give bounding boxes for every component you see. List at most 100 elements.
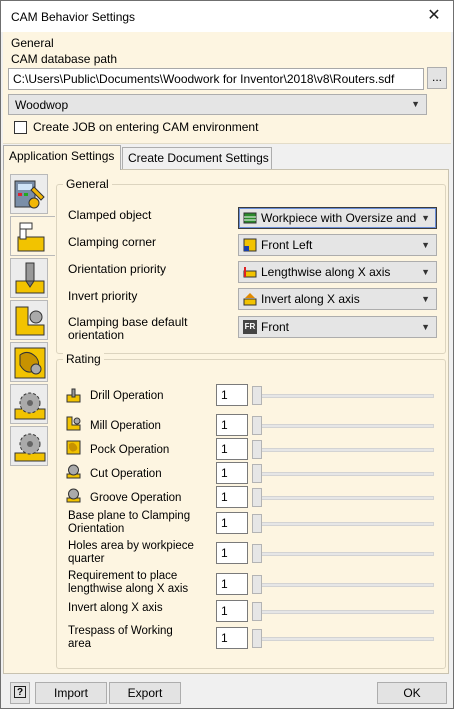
holes-area-slider-track[interactable]: [252, 552, 434, 556]
mill-operation-slider-track[interactable]: [252, 424, 434, 428]
invert-priority-dropdown[interactable]: Invert along X axis ▼: [238, 288, 437, 310]
drill-category-button[interactable]: [10, 258, 48, 298]
orientation-priority-dropdown[interactable]: Lengthwise along X axis ▼: [238, 261, 437, 283]
mill-icon: [66, 416, 81, 431]
machine-settings-button[interactable]: [10, 174, 48, 214]
footer: ? Import Export OK: [3, 678, 453, 708]
pock-operation-slider-thumb[interactable]: [252, 440, 262, 459]
create-job-label[interactable]: Create JOB on entering CAM environment: [33, 120, 258, 134]
trespass-input[interactable]: 1: [216, 627, 248, 649]
invert-along-x-label: Invert along X axis: [68, 602, 163, 614]
mill-operation-label: Mill Operation: [90, 420, 161, 432]
application-settings-panel: General Clamped object Workpiece with Ov…: [3, 169, 449, 674]
tab-create-document-settings[interactable]: Create Document Settings: [122, 147, 272, 169]
corner-icon: [243, 238, 257, 252]
mill-category-icon: [15, 306, 45, 336]
groove-operation-slider-track[interactable]: [252, 496, 434, 500]
clamped-object-dropdown[interactable]: Workpiece with Oversize and ▼: [238, 207, 437, 229]
pocket-category-button[interactable]: [10, 342, 48, 382]
machine-value: Woodwop: [15, 98, 69, 112]
pocket-category-icon: [14, 347, 46, 379]
trespass-slider-track[interactable]: [252, 637, 434, 641]
mill-operation-slider-thumb[interactable]: [252, 416, 262, 435]
pocket-icon: [66, 440, 81, 455]
general-group-title: General: [63, 177, 112, 191]
cut-category-button[interactable]: [10, 384, 48, 424]
trespass-slider-thumb[interactable]: [252, 629, 262, 648]
dialog-window: CAM Behavior Settings ✕ General CAM data…: [0, 0, 454, 709]
invert-along-x-slider-thumb[interactable]: [252, 602, 262, 621]
groove-operation-input[interactable]: 1: [216, 486, 248, 508]
groove-category-button[interactable]: [10, 426, 48, 466]
orientation-priority-value: Lengthwise along X axis: [261, 265, 391, 279]
close-icon[interactable]: ✕: [419, 2, 449, 30]
chevron-down-icon: ▼: [421, 267, 430, 277]
help-icon: ?: [14, 686, 26, 698]
drill-operation-slider-thumb[interactable]: [252, 386, 262, 405]
holes-area-input[interactable]: 1: [216, 542, 248, 564]
drill-category-icon: [15, 262, 45, 294]
groove-operation-slider-thumb[interactable]: [252, 488, 262, 507]
cut-operation-input[interactable]: 1: [216, 462, 248, 484]
rating-group-title: Rating: [63, 352, 104, 366]
base-plane-slider-thumb[interactable]: [252, 514, 262, 533]
base-plane-slider-track[interactable]: [252, 522, 434, 526]
cut-operation-slider-thumb[interactable]: [252, 464, 262, 483]
general-section: General CAM database path C:\Users\Publi…: [3, 32, 451, 144]
clamped-object-value: Workpiece with Oversize and: [261, 211, 417, 225]
machine-settings-icon: [14, 180, 45, 209]
invert-along-x-slider-track[interactable]: [252, 610, 434, 614]
mill-operation-input[interactable]: 1: [216, 414, 248, 436]
clamping-corner-value: Front Left: [261, 238, 313, 252]
pock-operation-slider-track[interactable]: [252, 448, 434, 452]
window-title: CAM Behavior Settings: [11, 10, 136, 24]
db-path-label: CAM database path: [11, 52, 118, 66]
drill-operation-slider-track[interactable]: [252, 394, 434, 398]
cut-icon: [66, 464, 81, 479]
clamping-base-orientation-value: Front: [261, 320, 290, 334]
browse-button[interactable]: ...: [427, 67, 447, 89]
invert-icon: [243, 293, 257, 306]
base-plane-input[interactable]: 1: [216, 512, 248, 534]
holes-area-label: Holes area by workpiece quarter: [68, 540, 194, 565]
requirement-lengthwise-input[interactable]: 1: [216, 573, 248, 595]
clamping-button[interactable]: [10, 216, 55, 256]
title-bar: CAM Behavior Settings ✕: [1, 1, 453, 32]
requirement-lengthwise-label: Requirement to place lengthwise along X …: [68, 570, 189, 595]
help-button[interactable]: ?: [10, 682, 30, 704]
drill-operation-input[interactable]: 1: [216, 384, 248, 406]
holes-area-slider-thumb[interactable]: [252, 544, 262, 563]
groove-icon: [66, 488, 81, 503]
drill-operation-label: Drill Operation: [90, 390, 164, 402]
ok-button[interactable]: OK: [377, 682, 447, 704]
chevron-down-icon: ▼: [411, 99, 420, 109]
clamping-corner-dropdown[interactable]: Front Left ▼: [238, 234, 437, 256]
cut-category-icon: [14, 392, 46, 420]
chevron-down-icon: ▼: [421, 240, 430, 250]
export-button[interactable]: Export: [109, 682, 181, 704]
orientation-priority-label: Orientation priority: [68, 262, 167, 276]
chevron-down-icon: ▼: [421, 322, 430, 332]
invert-along-x-input[interactable]: 1: [216, 600, 248, 622]
invert-priority-value: Invert along X axis: [261, 292, 360, 306]
clamping-base-orientation-dropdown[interactable]: FR Front ▼: [238, 316, 437, 338]
pock-operation-input[interactable]: 1: [216, 438, 248, 460]
machine-select[interactable]: Woodwop ▼: [8, 94, 427, 115]
clamping-base-orientation-label: Clamping base default orientation: [68, 316, 218, 342]
lengthwise-icon: [243, 267, 257, 278]
requirement-lengthwise-slider-track[interactable]: [252, 583, 434, 587]
invert-priority-label: Invert priority: [68, 289, 138, 303]
general-section-title: General: [11, 36, 54, 50]
cut-operation-slider-track[interactable]: [252, 472, 434, 476]
clamping-icon: [17, 222, 45, 252]
tab-application-settings[interactable]: Application Settings: [3, 145, 121, 170]
requirement-lengthwise-slider-thumb[interactable]: [252, 575, 262, 594]
chevron-down-icon: ▼: [421, 213, 430, 223]
db-path-input[interactable]: C:\Users\Public\Documents\Woodwork for I…: [8, 68, 424, 90]
clamped-object-label: Clamped object: [68, 208, 152, 222]
import-button[interactable]: Import: [35, 682, 107, 704]
mill-category-button[interactable]: [10, 300, 48, 340]
base-plane-label: Base plane to Clamping Orientation: [68, 510, 191, 535]
create-job-checkbox[interactable]: [14, 121, 27, 134]
front-icon: FR: [243, 320, 257, 334]
